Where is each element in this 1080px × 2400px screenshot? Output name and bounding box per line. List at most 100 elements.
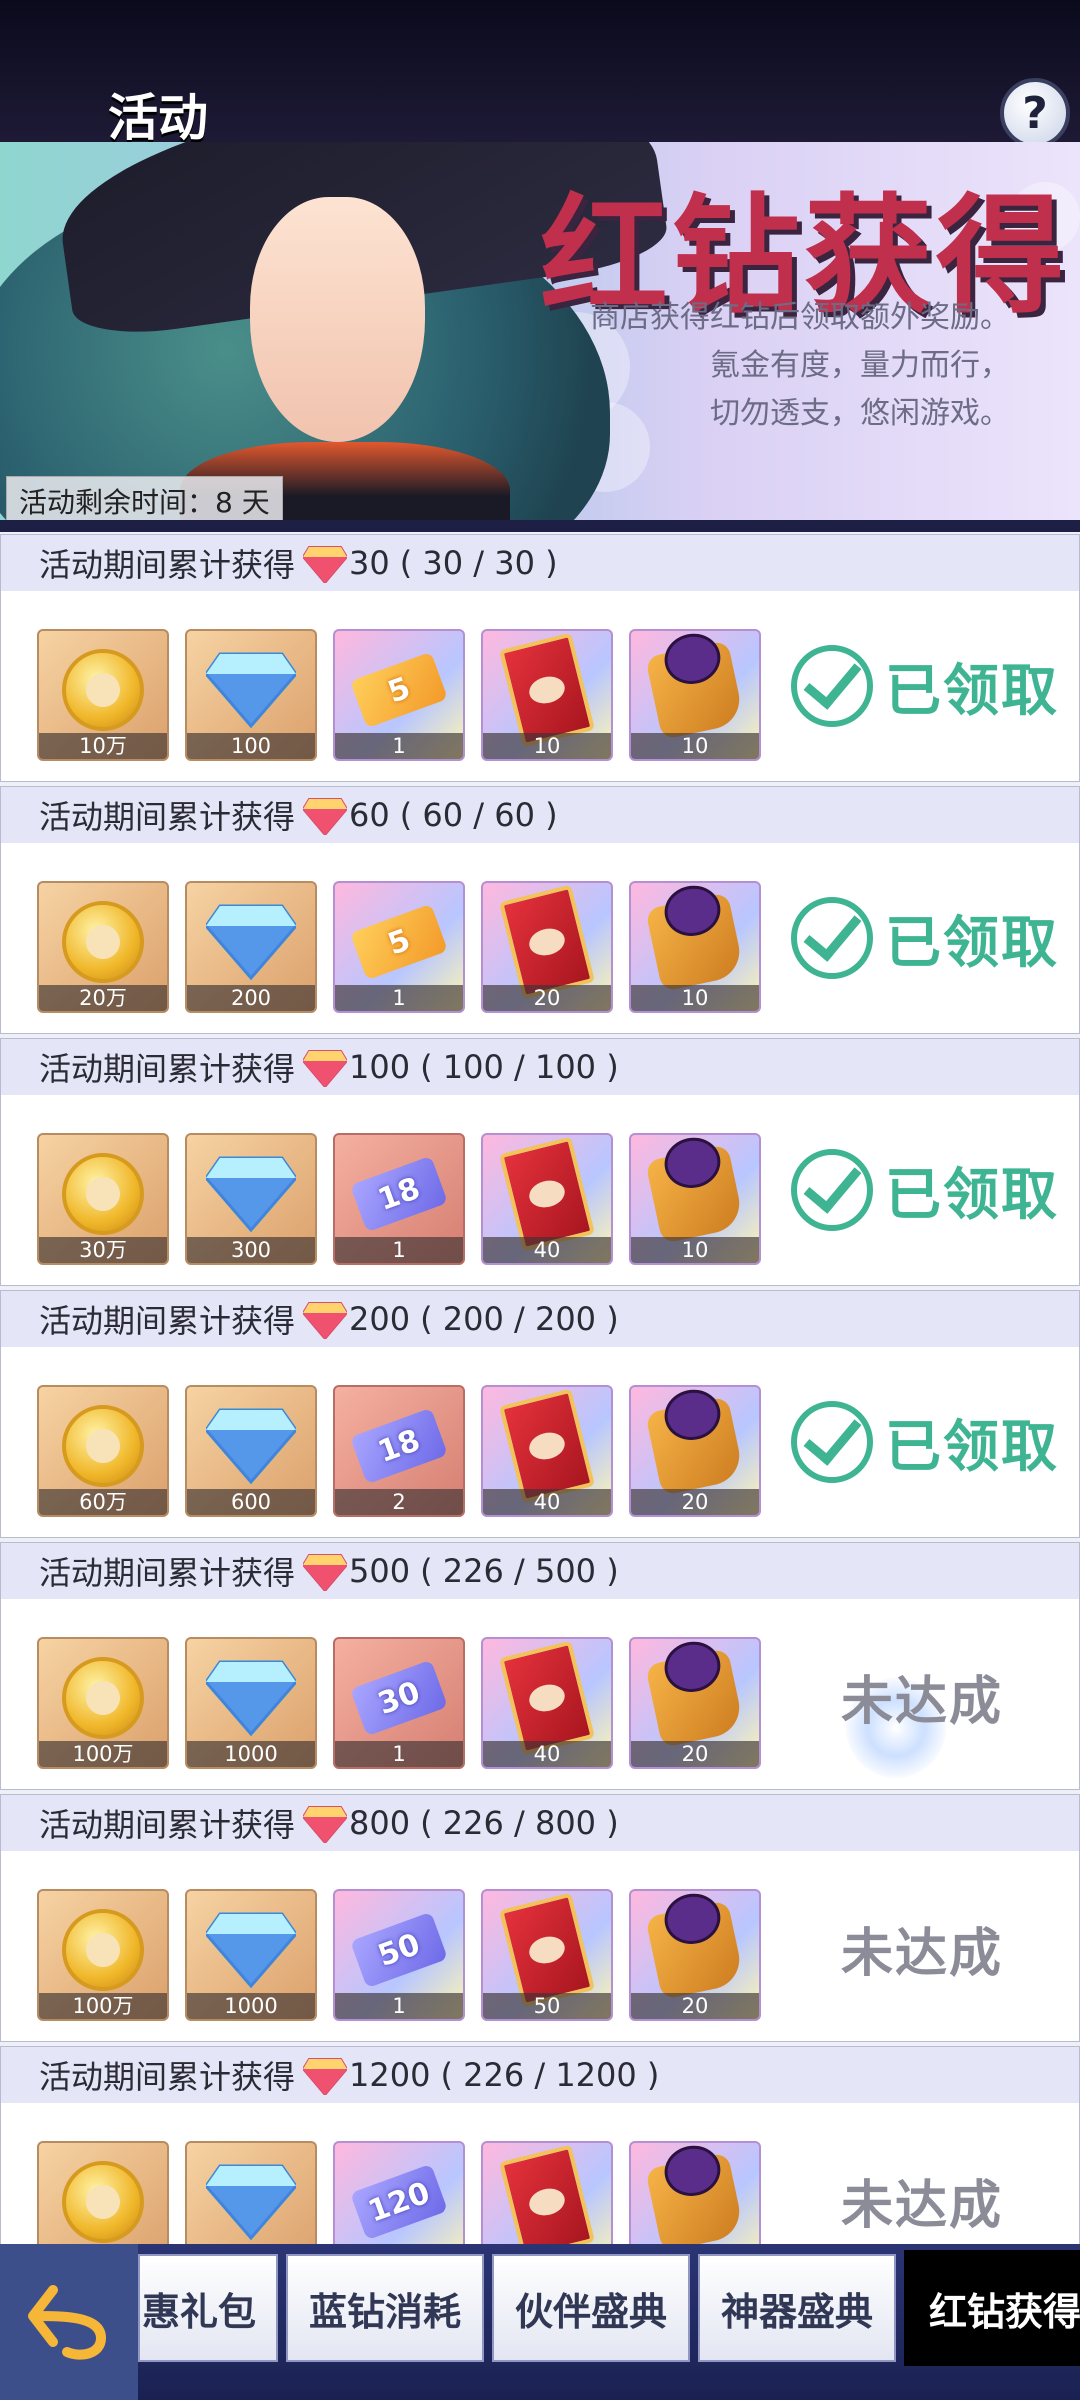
checkmark-icon [791, 645, 873, 727]
reward-item[interactable]: 40 [481, 1133, 613, 1265]
reward-item[interactable]: 51 [333, 629, 465, 761]
reward-row: 100万 1000 30 1 40 20 [37, 1637, 777, 1769]
milestone-card: 活动期间累计获得 200( 200 / 200 ) 60万 600 18 2 40 20 已领取 [0, 1290, 1080, 1538]
reward-item[interactable]: 40 [481, 1637, 613, 1769]
reward-item[interactable]: 100 [185, 629, 317, 761]
milestone-target: 800 [349, 1804, 411, 1842]
reward-row: 20万 200 5 1 20 10 [37, 881, 777, 1013]
milestone-label: 活动期间累计获得 [39, 546, 296, 584]
tab-partner-festival[interactable]: 伙伴盛典 [492, 2254, 690, 2362]
summon-card-icon [499, 1136, 595, 1252]
red-diamond-icon [301, 2057, 349, 2097]
reward-item[interactable]: 10 [629, 881, 761, 1013]
milestone-progress: ( 60 / 60 ) [399, 796, 558, 834]
banner-description: 商店获得红钻后领取额外奖励。 氪金有度，量力而行， 切勿透支，悠闲游戏。 [590, 294, 1010, 438]
blue-diamond-icon [204, 1908, 298, 1992]
milestone-list[interactable]: 活动期间累计获得 30( 30 / 30 ) 10万 100 5 1 10 10 已领取 活动期间… [0, 534, 1080, 2298]
ticket-icon: 5 [350, 903, 448, 981]
blue-diamond-icon [204, 1152, 298, 1236]
reward-quantity: 10万 [39, 733, 167, 759]
milestone-header: 活动期间累计获得 1200( 226 / 1200 ) [1, 2047, 1079, 2103]
reward-quantity: 1 [335, 1237, 463, 1263]
reward-item[interactable]: 300 [185, 1133, 317, 1265]
reward-item[interactable]: 18 1 [333, 1133, 465, 1265]
reward-item[interactable]: 1000 [185, 1637, 317, 1769]
milestone-card: 活动期间累计获得 30( 30 / 30 ) 10万 100 5 1 10 10 已领取 [0, 534, 1080, 782]
tab-blue-diamond-spend[interactable]: 蓝钻消耗 [286, 2254, 484, 2362]
reward-quantity: 10 [631, 985, 759, 1011]
reward-quantity: 20 [631, 1489, 759, 1515]
puzzle-piece-icon [645, 640, 745, 740]
reward-item[interactable]: 50 1 [333, 1889, 465, 2021]
reward-quantity: 600 [187, 1489, 315, 1515]
milestone-target: 60 [349, 796, 390, 834]
blue-diamond-icon [204, 1656, 298, 1740]
gold-coin-icon [62, 1656, 144, 1739]
reward-item[interactable]: 20 [629, 1637, 761, 1769]
reward-item[interactable]: 100万 [37, 1637, 169, 1769]
reward-quantity: 1 [335, 985, 463, 1011]
red-diamond-icon [301, 797, 349, 837]
summon-card-icon [499, 1640, 595, 1756]
reward-item[interactable]: 1000 [185, 1889, 317, 2021]
gold-coin-icon [62, 900, 144, 983]
reward-item[interactable]: 30万 [37, 1133, 169, 1265]
banner-description-line: 氪金有度，量力而行， [710, 348, 1010, 383]
unmet-status[interactable]: 未达成 [841, 1911, 1003, 1986]
reward-quantity: 10 [631, 733, 759, 759]
back-button[interactable] [0, 2244, 138, 2400]
reward-quantity: 20 [483, 985, 611, 1011]
milestone-target: 200 [349, 1300, 411, 1338]
red-diamond-icon [301, 1553, 349, 1593]
reward-item[interactable]: 600 [185, 1385, 317, 1517]
summon-card-icon [499, 884, 595, 1000]
milestone-progress: ( 30 / 30 ) [399, 544, 558, 582]
reward-item[interactable]: 40 [481, 1385, 613, 1517]
tab-artifact-festival[interactable]: 神器盛典 [698, 2254, 896, 2362]
ticket-icon: 18 [350, 1155, 448, 1233]
reward-item[interactable]: 30 1 [333, 1637, 465, 1769]
reward-item[interactable]: 50 [481, 1889, 613, 2021]
tab-bar: 惠礼包 蓝钻消耗 伙伴盛典 神器盛典 红钻获得 [138, 2250, 1080, 2366]
blue-diamond-icon [204, 1404, 298, 1488]
tab-gift-pack[interactable]: 惠礼包 [138, 2254, 278, 2362]
red-diamond-icon [301, 545, 349, 585]
reward-item[interactable]: 200 [185, 881, 317, 1013]
ticket-icon: 18 [350, 1407, 448, 1485]
ticket-icon: 50 [350, 1911, 448, 1989]
banner-divider [0, 520, 1080, 532]
reward-item[interactable]: 10 [481, 629, 613, 761]
unmet-status[interactable]: 未达成 [841, 1659, 1003, 1734]
reward-item[interactable]: 100万 [37, 1889, 169, 2021]
reward-item[interactable]: 20万 [37, 881, 169, 1013]
milestone-label: 活动期间累计获得 [39, 798, 296, 836]
milestone-card: 活动期间累计获得 800( 226 / 800 ) 100万 1000 50 1 50 20 未… [0, 1794, 1080, 2042]
reward-item[interactable]: 20 [481, 881, 613, 1013]
claimed-status: 已领取 [791, 645, 1059, 727]
reward-quantity: 100万 [39, 1741, 167, 1767]
reward-item[interactable]: 18 2 [333, 1385, 465, 1517]
gold-coin-icon [62, 2160, 144, 2243]
blue-diamond-icon [204, 648, 298, 732]
claimed-status: 已领取 [791, 1149, 1059, 1231]
reward-item[interactable]: 10万 [37, 629, 169, 761]
claimed-status: 已领取 [791, 1401, 1059, 1483]
reward-item[interactable]: 10 [629, 1133, 761, 1265]
reward-item[interactable]: 20 [629, 1889, 761, 2021]
unmet-status[interactable]: 未达成 [841, 2163, 1003, 2238]
reward-quantity: 200 [187, 985, 315, 1011]
help-icon[interactable]: ? [1000, 78, 1070, 148]
tab-red-diamond-gain[interactable]: 红钻获得 [904, 2250, 1080, 2366]
reward-item[interactable]: 10 [629, 629, 761, 761]
status-text: 已领取 [885, 910, 1059, 976]
reward-quantity: 10 [483, 733, 611, 759]
reward-row: 100万 1000 50 1 50 20 [37, 1889, 777, 2021]
ticket-icon: 5 [350, 651, 448, 729]
reward-item[interactable]: 20 [629, 1385, 761, 1517]
reward-row: 10万 100 5 1 10 10 [37, 629, 777, 761]
reward-item[interactable]: 60万 [37, 1385, 169, 1517]
reward-item[interactable]: 51 [333, 881, 465, 1013]
summon-card-icon [499, 2144, 595, 2260]
milestone-progress: ( 226 / 800 ) [420, 1804, 619, 1842]
summon-card-icon [499, 632, 595, 748]
